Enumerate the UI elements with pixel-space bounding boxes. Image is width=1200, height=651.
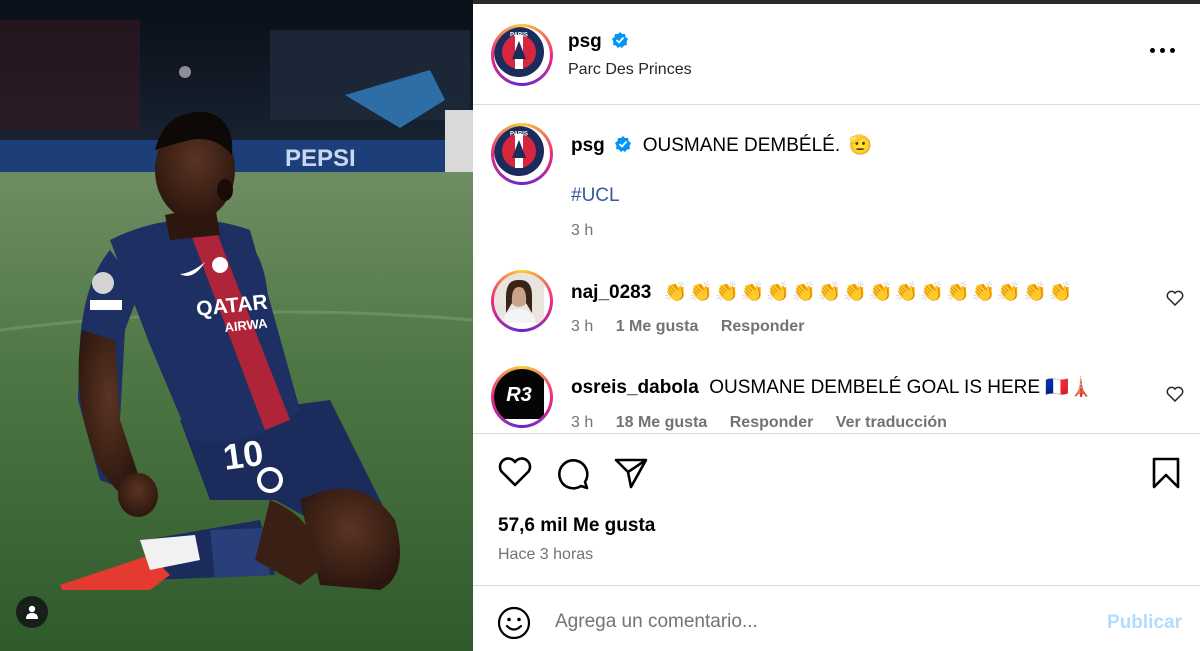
svg-text:10: 10 <box>220 432 265 478</box>
svg-text:R3: R3 <box>506 384 532 406</box>
comment-time[interactable]: 3 h <box>571 318 593 335</box>
caption-emoji: 🫡 <box>848 135 873 156</box>
comment-likes[interactable]: 18 Me gusta <box>616 414 708 431</box>
reply-button[interactable]: Responder <box>730 414 814 431</box>
reply-button[interactable]: Responder <box>721 318 805 335</box>
comment-text: 👏👏👏👏👏👏👏👏👏👏👏👏👏👏👏👏 <box>663 282 1075 303</box>
post-actions: 57,6 mil Me gusta Hace 3 horas <box>473 434 1200 586</box>
comment-meta: 3 h 18 Me gusta Responder Ver traducción <box>571 414 947 432</box>
comments-section[interactable]: PARIS psg OUSMANE DEMBÉLÉ. 🫡 #UCL 3 h na… <box>473 106 1200 434</box>
psg-logo-icon: PARIS <box>494 27 544 77</box>
publish-button[interactable]: Publicar <box>1107 612 1182 634</box>
share-send-icon[interactable] <box>613 456 649 490</box>
comment-time[interactable]: 3 h <box>571 414 593 431</box>
tag-user-button[interactable] <box>16 596 48 628</box>
comment-bubble-icon[interactable] <box>555 455 591 491</box>
caption-hashtag[interactable]: #UCL <box>571 185 620 207</box>
caption-text-row: psg OUSMANE DEMBÉLÉ. 🫡 <box>571 133 872 157</box>
comment-composer: Publicar <box>473 587 1200 651</box>
comment-text-row: osreis_dabola OUSMANE DEMBELÉ GOAL IS HE… <box>571 375 1093 399</box>
emoji-picker-icon[interactable] <box>497 606 531 640</box>
comment-meta: 3 h 1 Me gusta Responder <box>571 318 804 336</box>
svg-text:PEPSI: PEPSI <box>285 145 356 172</box>
post-detail-panel: PARIS psg Parc Des Princes PARIS psg OUS… <box>473 0 1200 651</box>
comment-avatar[interactable] <box>491 270 553 332</box>
comment-likes[interactable]: 1 Me gusta <box>616 318 699 335</box>
r3-logo-icon: R3 <box>494 369 544 419</box>
account-avatar[interactable]: PARIS <box>491 24 553 86</box>
caption-username[interactable]: psg <box>571 135 605 156</box>
account-username[interactable]: psg <box>568 31 602 52</box>
more-options-button[interactable] <box>1150 45 1176 55</box>
comment-username[interactable]: naj_0283 <box>571 282 651 303</box>
post-location[interactable]: Parc Des Princes <box>568 61 692 79</box>
user-icon <box>26 605 38 619</box>
post-photo: PEPSI QATAR AIRWA 10 <box>0 0 473 651</box>
verified-badge-icon <box>615 136 632 152</box>
like-comment-icon[interactable] <box>1166 290 1184 306</box>
like-heart-icon[interactable] <box>497 456 533 488</box>
ad-board-text: PEPSI <box>285 145 356 172</box>
translate-button[interactable]: Ver traducción <box>836 414 947 431</box>
likes-count[interactable]: 57,6 mil Me gusta <box>498 515 655 537</box>
svg-text:PARIS: PARIS <box>510 132 528 138</box>
comment-username[interactable]: osreis_dabola <box>571 377 699 398</box>
caption-text: OUSMANE DEMBÉLÉ. <box>642 135 841 156</box>
caption-avatar[interactable]: PARIS <box>491 123 553 185</box>
post-time[interactable]: Hace 3 horas <box>498 546 593 564</box>
account-name-row: psg <box>568 31 629 53</box>
comment-text-row: naj_0283 👏👏👏👏👏👏👏👏👏👏👏👏👏👏👏👏 <box>571 280 1074 304</box>
post-image[interactable]: PEPSI QATAR AIRWA 10 <box>0 0 473 651</box>
caption-time[interactable]: 3 h <box>571 222 593 240</box>
psg-logo-icon: PARIS <box>494 126 544 176</box>
comment-input[interactable] <box>555 608 1075 636</box>
like-comment-icon[interactable] <box>1166 386 1184 402</box>
svg-text:PARIS: PARIS <box>510 33 528 39</box>
user-photo-icon <box>494 273 544 323</box>
verified-badge-icon <box>612 32 629 48</box>
post-header: PARIS psg Parc Des Princes <box>473 4 1200 105</box>
comment-text: OUSMANE DEMBELÉ GOAL IS HERE 🇫🇷🗼 <box>709 377 1093 398</box>
save-bookmark-icon[interactable] <box>1151 456 1181 490</box>
comment-avatar[interactable]: R3 <box>491 366 553 428</box>
